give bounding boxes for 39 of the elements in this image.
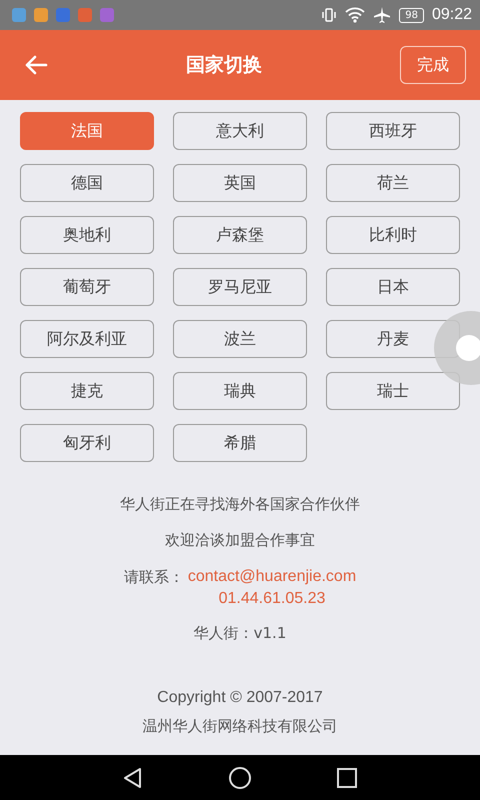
country-option[interactable]: 捷克 <box>20 372 154 410</box>
app-notification-icon <box>34 8 48 22</box>
vibrate-icon <box>321 7 338 23</box>
country-option[interactable]: 意大利 <box>173 112 307 150</box>
app-notification-icon <box>78 8 92 22</box>
country-option[interactable]: 日本 <box>326 268 460 306</box>
country-option[interactable]: 匈牙利 <box>20 424 154 462</box>
clock-time: 09:22 <box>432 6 472 24</box>
country-option[interactable]: 比利时 <box>326 216 460 254</box>
country-option[interactable]: 希腊 <box>173 424 307 462</box>
country-option[interactable]: 阿尔及利亚 <box>20 320 154 358</box>
info-text: 华人街正在寻找海外各国家合作伙伴 <box>120 494 360 514</box>
back-icon[interactable] <box>122 766 144 788</box>
contact-label: 请联系： <box>124 567 184 588</box>
home-icon[interactable] <box>228 766 252 790</box>
country-option[interactable]: 葡萄牙 <box>20 268 154 306</box>
airplane-icon <box>373 6 392 24</box>
wifi-icon <box>345 7 366 23</box>
country-option[interactable]: 瑞典 <box>173 372 307 410</box>
copyright-text: Copyright © 2007-2017 <box>157 689 323 707</box>
country-option[interactable]: 卢森堡 <box>173 216 307 254</box>
country-option[interactable]: 奥地利 <box>20 216 154 254</box>
battery-level: 98 <box>399 8 424 22</box>
app-notification-icon <box>100 8 114 22</box>
company-name: 温州华人街网络科技有限公司 <box>142 717 338 736</box>
country-option[interactable]: 罗马尼亚 <box>173 268 307 306</box>
back-arrow-icon[interactable] <box>24 55 48 75</box>
info-text: 欢迎洽谈加盟合作事宜 <box>165 530 315 550</box>
country-option[interactable]: 波兰 <box>173 320 307 358</box>
version-text: 华人街：v1.1 <box>194 624 286 643</box>
page-title: 国家切换 <box>185 53 263 78</box>
app-notification-icon <box>12 8 26 22</box>
country-option[interactable]: 瑞士 <box>326 372 460 410</box>
app-notification-icon <box>56 8 70 22</box>
country-option[interactable]: 德国 <box>20 164 154 202</box>
country-option[interactable]: 西班牙 <box>326 112 460 150</box>
country-option[interactable]: 荷兰 <box>326 164 460 202</box>
recents-icon[interactable] <box>336 766 358 788</box>
country-option[interactable]: 英国 <box>173 164 307 202</box>
